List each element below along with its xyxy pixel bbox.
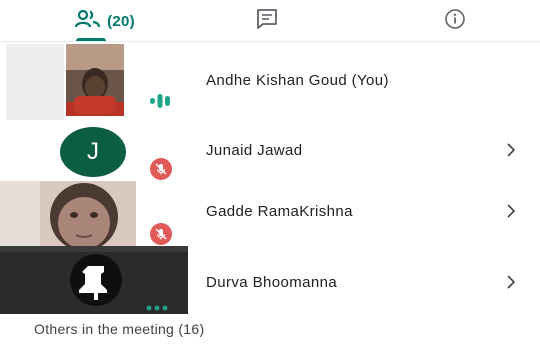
others-in-meeting-label: Others in the meeting (16) (34, 321, 205, 337)
participant-row[interactable]: Andhe Kishan Goud (You) (0, 44, 540, 120)
participant-name: Durva Bhoomanna (206, 274, 338, 291)
tab-people[interactable]: (20) (40, 0, 170, 42)
tab-chat[interactable] (212, 0, 322, 42)
chevron-right-icon[interactable] (503, 142, 519, 158)
more-dots-icon (146, 298, 168, 316)
participant-name: Andhe Kishan Goud (You) (206, 72, 389, 89)
people-count: (20) (107, 12, 135, 30)
participant-row[interactable]: J Junaid Jawad (0, 120, 540, 186)
speaking-icon (150, 94, 174, 113)
chevron-right-icon[interactable] (503, 274, 519, 290)
people-icon (74, 9, 101, 34)
tab-info[interactable] (400, 0, 510, 42)
participant-name: Junaid Jawad (206, 142, 303, 159)
participant-name: Gadde RamaKrishna (206, 203, 353, 220)
active-tab-indicator (76, 38, 106, 41)
chevron-right-icon[interactable] (503, 203, 519, 219)
tab-bar: (20) (0, 0, 540, 42)
mic-off-icon (150, 158, 172, 180)
participant-row[interactable]: Durva Bhoomanna (0, 246, 540, 314)
avatar: J (60, 127, 126, 177)
mic-off-icon (150, 223, 172, 245)
chat-icon (255, 8, 279, 35)
participant-row[interactable]: Gadde RamaKrishna (0, 181, 540, 247)
info-icon (444, 8, 466, 35)
